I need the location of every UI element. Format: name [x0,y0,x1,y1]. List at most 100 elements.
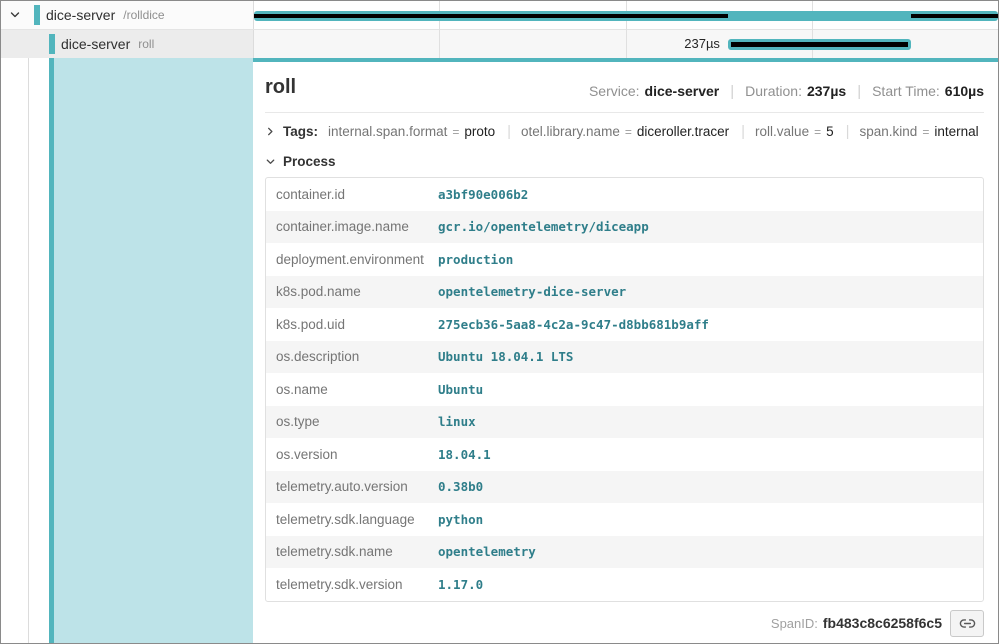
separator: | [846,123,850,140]
process-label: Process [283,154,336,169]
table-row: os.typelinux [266,406,983,439]
process-section-toggle[interactable]: Process [265,149,984,173]
tag-value: 5 [826,124,834,139]
tag-item: internal.span.format = proto [328,124,495,139]
span-timeline-cell [253,1,998,29]
separator: | [507,123,511,140]
tag-value: diceroller.tracer [637,124,729,139]
row-key: k8s.pod.name [266,284,438,299]
equals-sign: = [922,125,929,139]
table-row: container.image.namegcr.io/opentelemetry… [266,211,983,244]
table-row: telemetry.sdk.nameopentelemetry [266,536,983,569]
span-detail-panel: roll Service: dice-server | Duration: 23… [253,58,998,643]
trace-detail-body: roll Service: dice-server | Duration: 23… [1,58,998,643]
separator: | [741,123,745,140]
span-bar-parent[interactable] [254,11,998,21]
tag-item: otel.library.name = diceroller.tracer [521,124,729,139]
span-color-chip [49,34,55,54]
span-id-value: fb483c8c6258f6c5 [823,615,942,631]
row-key: k8s.pod.uid [266,317,438,332]
row-key: os.version [266,447,438,462]
service-label: Service: [589,83,640,99]
chevron-down-icon[interactable] [9,9,21,21]
row-key: container.id [266,187,438,202]
row-key: os.description [266,349,438,364]
span-name-cell[interactable]: dice-server /rolldice [1,1,253,29]
span-row-rolldice[interactable]: dice-server /rolldice [1,1,998,30]
trace-span-rows: dice-server /rolldice dice-server roll 2… [1,1,998,58]
table-row: os.version18.04.1 [266,438,983,471]
row-value: gcr.io/opentelemetry/diceapp [438,219,983,234]
span-service-name: dice-server [46,7,115,23]
table-row: k8s.pod.nameopentelemetry-dice-server [266,276,983,309]
service-value: dice-server [645,83,720,99]
table-row: os.nameUbuntu [266,373,983,406]
span-bar-child[interactable] [728,39,911,50]
tags-label: Tags: [283,124,318,139]
equals-sign: = [814,125,821,139]
tag-item: span.kind = internal [860,124,979,139]
row-key: os.name [266,382,438,397]
row-value: 0.38b0 [438,479,983,494]
start-time-label: Start Time: [872,83,940,99]
row-value: production [438,252,983,267]
span-color-chip [34,5,40,25]
span-indent-gutter [1,58,253,643]
equals-sign: = [452,125,459,139]
tag-key: otel.library.name [521,124,620,139]
process-key-value-table: container.ida3bf90e006b2 container.image… [265,177,984,602]
table-row: telemetry.auto.version0.38b0 [266,471,983,504]
row-key: telemetry.sdk.version [266,577,438,592]
table-row: os.descriptionUbuntu 18.04.1 LTS [266,341,983,374]
duration-label: Duration: [745,83,802,99]
row-value: a3bf90e006b2 [438,187,983,202]
separator: | [730,83,734,100]
tag-value: proto [464,124,495,139]
tag-value: internal [934,124,978,139]
table-row: telemetry.sdk.version1.17.0 [266,568,983,601]
row-value: python [438,512,983,527]
span-operation-name: /rolldice [123,8,164,22]
tag-key: span.kind [860,124,918,139]
span-service-name: dice-server [61,36,130,52]
span-detail-header: roll Service: dice-server | Duration: 23… [265,62,984,113]
row-value: Ubuntu 18.04.1 LTS [438,349,983,364]
span-detail-footer: SpanID: fb483c8c6258f6c5 [265,610,984,637]
selected-span-highlight-fill [54,58,253,643]
table-row: k8s.pod.uid275ecb36-5aa8-4c2a-9c47-d8bb6… [266,308,983,341]
row-key: telemetry.sdk.language [266,512,438,527]
span-id-label: SpanID: [771,616,818,631]
row-key: os.type [266,414,438,429]
row-key: telemetry.auto.version [266,479,438,494]
equals-sign: = [625,125,632,139]
table-row: container.ida3bf90e006b2 [266,178,983,211]
link-icon [959,615,976,632]
span-self-time-segment [911,14,998,18]
tag-key: roll.value [755,124,809,139]
span-self-time-segment [254,14,728,18]
separator: | [857,83,861,100]
tree-guide-line [28,58,29,643]
table-row: deployment.environmentproduction [266,243,983,276]
span-overview: Service: dice-server | Duration: 237µs |… [589,83,984,100]
span-row-roll-selected[interactable]: dice-server roll 237µs [1,30,998,58]
row-key: container.image.name [266,219,438,234]
span-title: roll [265,74,296,100]
tag-key: internal.span.format [328,124,447,139]
tags-section-toggle[interactable]: Tags: internal.span.format = proto | ote… [265,119,984,143]
span-name-cell[interactable]: dice-server roll [1,30,253,58]
start-time-value: 610µs [945,83,984,99]
deep-link-button[interactable] [950,610,984,637]
jaeger-trace-detail-view: dice-server /rolldice dice-server roll 2… [0,0,999,644]
row-value: opentelemetry [438,544,983,559]
span-timeline-cell: 237µs [253,30,998,58]
row-value: Ubuntu [438,382,983,397]
chevron-down-icon[interactable] [265,156,276,167]
span-operation-name: roll [138,37,154,51]
row-key: deployment.environment [266,252,438,267]
row-value: 18.04.1 [438,447,983,462]
row-value: linux [438,414,983,429]
row-value: 275ecb36-5aa8-4c2a-9c47-d8bb681b9aff [438,317,983,332]
row-value: opentelemetry-dice-server [438,284,983,299]
chevron-right-icon[interactable] [265,126,276,137]
